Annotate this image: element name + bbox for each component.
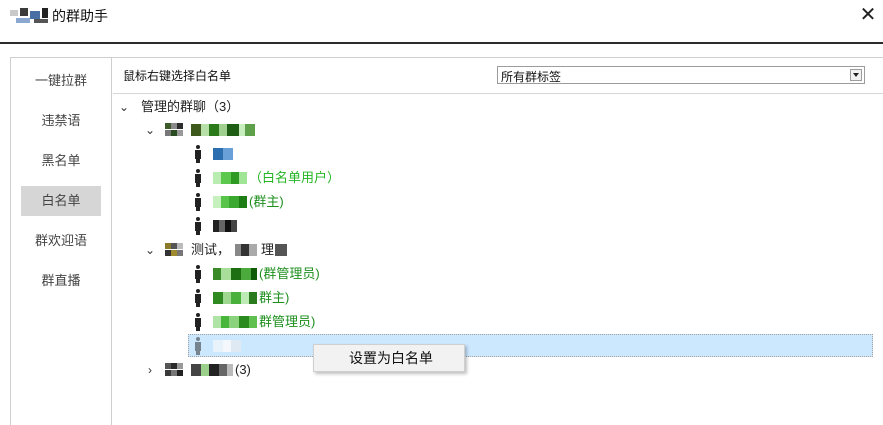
member-role-label: 群主) xyxy=(259,290,290,305)
person-icon xyxy=(193,193,203,211)
member-name-redacted xyxy=(213,172,247,184)
whitelist-hint: 鼠标右键选择白名单 xyxy=(123,69,232,83)
tree-member-row[interactable]: (群主) xyxy=(193,191,313,213)
close-icon: ✕ xyxy=(859,4,877,26)
tree-member-row-selected[interactable] xyxy=(193,335,253,357)
member-name-redacted xyxy=(213,220,237,232)
group-name-redacted xyxy=(275,244,287,256)
tree-member-row[interactable] xyxy=(193,215,253,237)
title-divider xyxy=(0,42,883,44)
tree-member-row[interactable]: 群管理员) xyxy=(193,311,343,333)
close-button[interactable]: ✕ xyxy=(858,4,878,26)
chevron-down-icon[interactable]: ⌄ xyxy=(143,119,157,141)
person-icon xyxy=(193,289,203,307)
member-role-label: 群管理员) xyxy=(259,314,316,329)
tree-root-label: 管理的群聊（3） xyxy=(141,99,240,114)
sidebar: 一键拉群 违禁语 黑名单 白名单 群欢迎语 群直播 xyxy=(10,57,112,425)
app-logo xyxy=(10,8,54,24)
window-title: 的群助手 xyxy=(52,8,108,24)
group-avatar-icon xyxy=(165,123,183,137)
group-tag-select-value: 所有群标签 xyxy=(501,70,562,84)
tree-member-row[interactable]: 群主) xyxy=(193,287,313,309)
group-tag-select[interactable]: 所有群标签 xyxy=(497,66,865,84)
sidebar-item-banned-words[interactable]: 违禁语 xyxy=(21,106,101,136)
member-role-label: (群管理员) xyxy=(259,266,320,281)
member-role-label: （白名单用户） xyxy=(249,170,341,185)
toolbar-divider xyxy=(113,93,883,94)
person-icon xyxy=(193,145,203,163)
sidebar-item-whitelist[interactable]: 白名单 xyxy=(21,186,101,216)
selected-tree-row-highlight xyxy=(188,334,873,357)
member-name-redacted xyxy=(213,268,257,280)
chevron-right-icon[interactable]: › xyxy=(143,359,157,381)
sidebar-item-one-click-group[interactable]: 一键拉群 xyxy=(21,66,101,96)
tree-member-row[interactable]: （白名单用户） xyxy=(193,167,373,189)
tree-member-row[interactable] xyxy=(193,143,253,165)
group-name-partial: 理 xyxy=(261,242,275,257)
member-name-redacted xyxy=(213,292,257,304)
sidebar-item-live-stream[interactable]: 群直播 xyxy=(21,266,101,296)
group-member-count: (3) xyxy=(235,362,251,377)
chevron-down-icon[interactable]: ⌄ xyxy=(143,239,157,261)
context-menu: 设置为白名单 xyxy=(313,344,465,372)
set-whitelist-menu-item[interactable]: 设置为白名单 xyxy=(314,345,464,371)
title-bar: 的群助手 ✕ xyxy=(0,0,883,42)
chevron-down-icon[interactable]: ⌄ xyxy=(117,96,131,118)
person-icon xyxy=(193,337,203,355)
member-name-redacted xyxy=(213,196,247,208)
member-name-redacted xyxy=(213,340,241,352)
sidebar-item-blacklist[interactable]: 黑名单 xyxy=(21,146,101,176)
member-role-label: (群主) xyxy=(249,194,284,209)
person-icon xyxy=(193,313,203,331)
tree-group-row[interactable]: › (3) xyxy=(143,359,283,381)
tree-group-row[interactable]: ⌄ xyxy=(143,119,283,141)
group-avatar-icon xyxy=(165,243,183,257)
group-name-redacted xyxy=(191,364,233,376)
member-name-redacted xyxy=(213,148,233,160)
group-name-redacted xyxy=(191,124,255,136)
tree-group-row[interactable]: ⌄ 测试， 理 xyxy=(143,239,313,261)
group-name-redacted xyxy=(235,244,257,256)
group-avatar-icon xyxy=(165,363,183,377)
member-name-redacted xyxy=(213,316,257,328)
tree-member-row[interactable]: (群管理员) xyxy=(193,263,353,285)
sidebar-item-welcome-message[interactable]: 群欢迎语 xyxy=(21,226,101,256)
group-name-partial: 测试， xyxy=(191,242,231,257)
person-icon xyxy=(193,169,203,187)
dropdown-arrow-icon[interactable] xyxy=(850,69,862,81)
person-icon xyxy=(193,265,203,283)
person-icon xyxy=(193,217,203,235)
